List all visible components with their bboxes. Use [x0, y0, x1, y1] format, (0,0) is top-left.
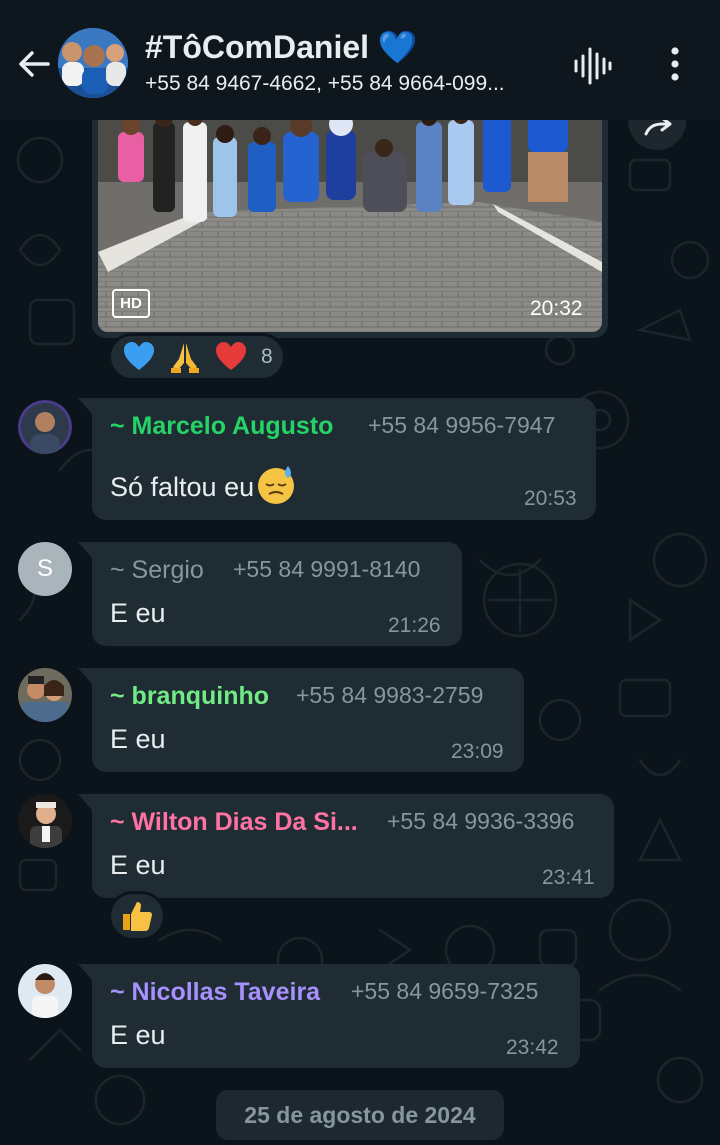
image-reactions[interactable]: 8: [108, 333, 286, 381]
hd-badge: HD: [112, 289, 150, 318]
image-timestamp: 20:32: [530, 297, 583, 320]
group-photo[interactable]: [98, 112, 602, 332]
avatar-branquinho[interactable]: [18, 668, 72, 722]
sender-phone: +55 84 9936-3396: [387, 808, 575, 834]
message-time: 21:26: [388, 614, 441, 637]
message-time: 23:42: [506, 1036, 559, 1059]
message-time: 23:09: [451, 740, 504, 763]
sender-phone: +55 84 9956-7947: [368, 412, 556, 438]
sender-phone: +55 84 9659-7325: [351, 978, 539, 1004]
message-bubble[interactable]: ~ Marcelo Augusto +55 84 9956-7947 Só fa…: [78, 398, 596, 520]
message-bubble[interactable]: ~ Wilton Dias Da Si... +55 84 9936-3396 …: [78, 794, 614, 898]
message-reaction[interactable]: [108, 891, 166, 941]
avatar-marcelo[interactable]: [18, 400, 72, 454]
sender-name[interactable]: ~ branquinho: [110, 682, 269, 711]
downcast-sweat-emoji: [258, 466, 295, 504]
group-avatar[interactable]: [58, 28, 128, 98]
sender-name[interactable]: ~ Marcelo Augusto: [110, 412, 333, 441]
message-text: E eu: [110, 850, 166, 880]
message-bubble[interactable]: ~ Nicollas Taveira +55 84 9659-7325 E eu…: [78, 964, 580, 1068]
sender-phone: +55 84 9983-2759: [296, 682, 484, 708]
avatar-nicollas[interactable]: [18, 964, 72, 1018]
message-bubble[interactable]: ~ branquinho +55 84 9983-2759 E eu 23:09: [78, 668, 524, 772]
sender-name[interactable]: ~ Nicollas Taveira: [110, 978, 320, 1007]
back-arrow-icon[interactable]: [14, 44, 54, 84]
avatar-wilton[interactable]: [18, 794, 72, 848]
message-bubble[interactable]: ~ Sergio +55 84 9991-8140 E eu 21:26: [78, 542, 462, 646]
message-text: E eu: [110, 724, 166, 754]
sender-name[interactable]: ~ Sergio: [110, 556, 204, 585]
avatar-letter: S: [36, 555, 53, 582]
avatar-sergio[interactable]: S: [18, 542, 72, 596]
message-text: E eu: [110, 1020, 166, 1050]
more-options-icon[interactable]: [660, 44, 690, 84]
sender-name[interactable]: ~ Wilton Dias Da Si...: [110, 808, 358, 837]
praying-hands-icon: [171, 343, 199, 373]
group-title[interactable]: #TôComDaniel 💙: [145, 28, 418, 66]
reaction-count: 8: [261, 345, 273, 368]
message-text: E eu: [110, 598, 166, 628]
sender-phone: +55 84 9991-8140: [233, 556, 421, 582]
red-heart-icon: [216, 342, 246, 370]
message-time: 20:53: [524, 487, 577, 510]
message-text: Só faltou eu: [110, 462, 298, 506]
thumbs-up-icon: [123, 902, 152, 931]
voice-chat-icon[interactable]: [570, 44, 614, 88]
chat-header: #TôComDaniel 💙 +55 84 9467-4662, +55 84 …: [0, 0, 720, 120]
date-separator: 25 de agosto de 2024: [216, 1090, 504, 1140]
group-members[interactable]: +55 84 9467-4662, +55 84 9664-099...: [145, 72, 545, 96]
blue-heart-icon: [124, 342, 154, 370]
message-time: 23:41: [542, 866, 595, 889]
